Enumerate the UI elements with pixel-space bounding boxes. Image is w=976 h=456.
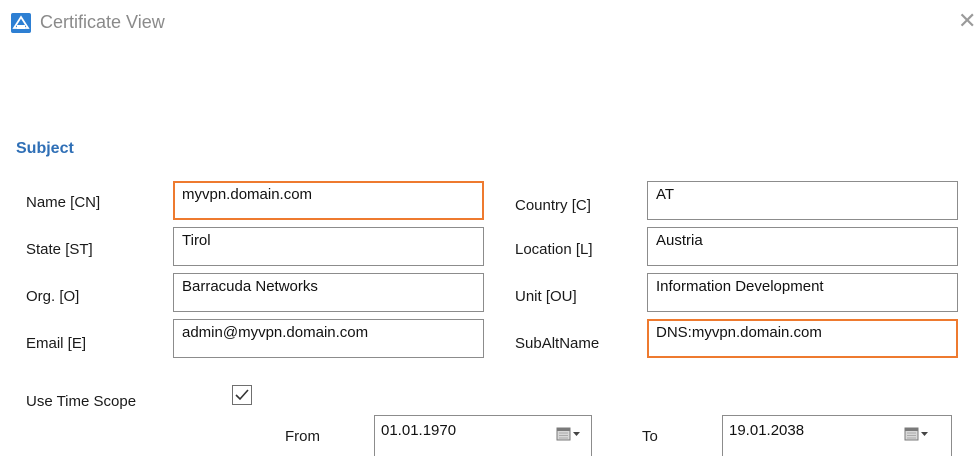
certificate-app-icon xyxy=(11,13,31,33)
to-label: To xyxy=(642,428,658,445)
state-field[interactable]: Tirol xyxy=(173,227,484,266)
use-time-scope-checkbox[interactable] xyxy=(232,385,252,405)
state-label: State [ST] xyxy=(26,241,93,258)
to-date-value: 19.01.2038 xyxy=(729,422,805,439)
country-field[interactable]: AT xyxy=(647,181,958,220)
email-label: Email [E] xyxy=(26,335,87,352)
org-field[interactable]: Barracuda Networks xyxy=(173,273,484,312)
subaltname-field[interactable]: DNS:myvpn.domain.com xyxy=(647,319,958,358)
close-icon[interactable]: ✕ xyxy=(958,10,976,32)
use-time-scope-label: Use Time Scope xyxy=(26,393,137,410)
org-label: Org. [O] xyxy=(26,288,80,305)
from-calendar-icon[interactable] xyxy=(556,426,582,444)
subject-heading: Subject xyxy=(16,140,74,157)
subaltname-label: SubAltName xyxy=(515,335,600,352)
unit-label: Unit [OU] xyxy=(515,288,577,305)
unit-field[interactable]: Information Development xyxy=(647,273,958,312)
name-field[interactable]: myvpn.domain.com xyxy=(173,181,484,220)
name-label: Name [CN] xyxy=(26,194,101,211)
from-date-value: 01.01.1970 xyxy=(381,422,457,439)
from-label: From xyxy=(285,428,320,445)
country-label: Country [C] xyxy=(515,197,591,214)
location-field[interactable]: Austria xyxy=(647,227,958,266)
email-field[interactable]: admin@myvpn.domain.com xyxy=(173,319,484,358)
location-label: Location [L] xyxy=(515,241,593,258)
window-title: Certificate View xyxy=(40,12,165,32)
to-calendar-icon[interactable] xyxy=(904,426,930,444)
